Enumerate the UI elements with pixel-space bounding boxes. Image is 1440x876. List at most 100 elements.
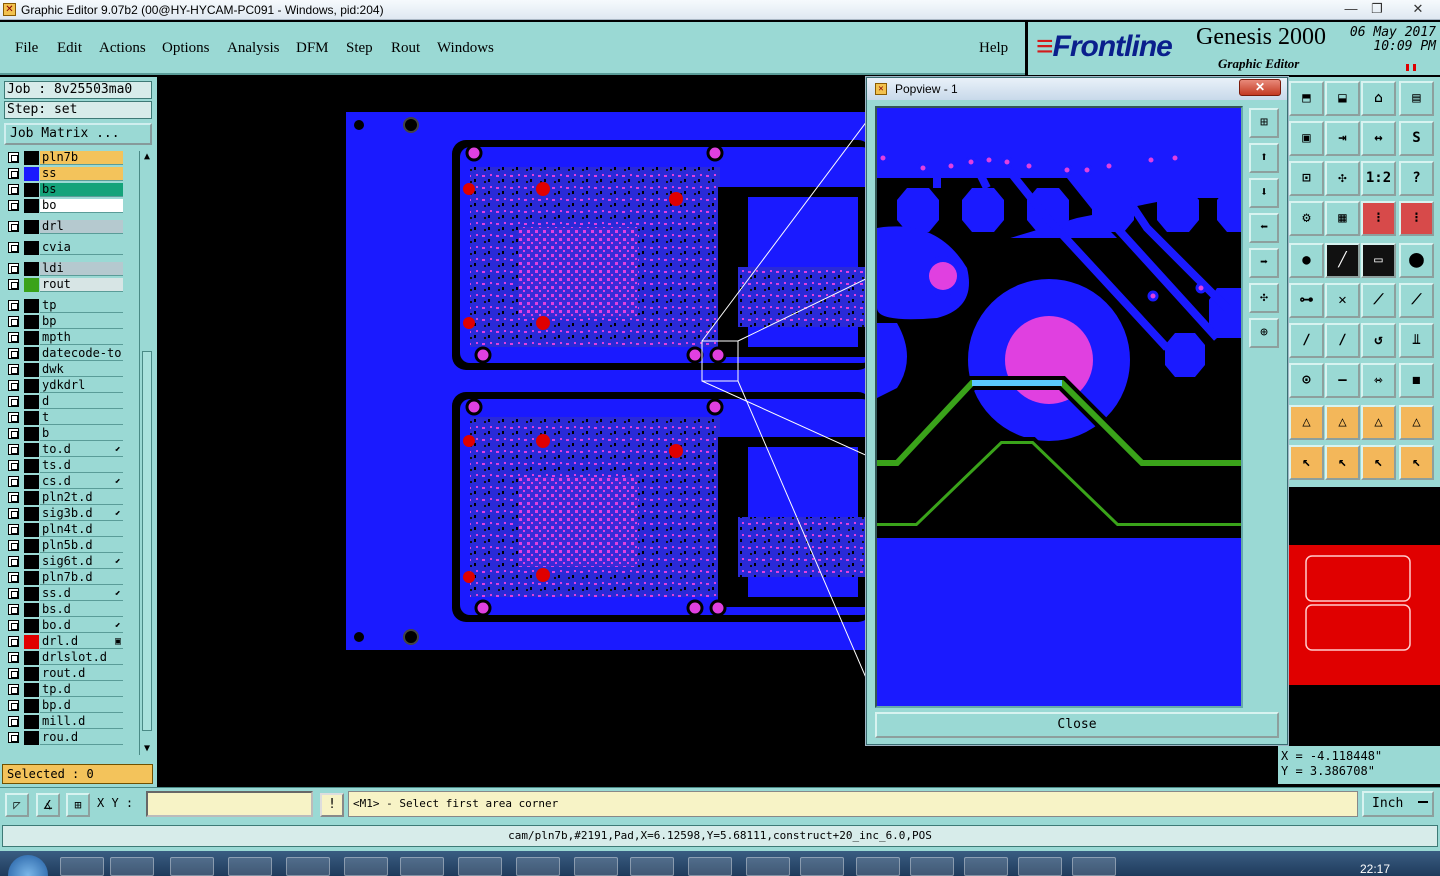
layer-checkbox[interactable]	[8, 684, 19, 695]
taskbar-app-16[interactable]	[910, 857, 954, 876]
layer-row[interactable]: cs.d ⬋	[4, 475, 124, 489]
tool-slash-icon[interactable]: ∕	[1289, 323, 1324, 358]
layer-name[interactable]: tp	[40, 299, 123, 313]
layer-name[interactable]: ss.d ⬋	[40, 587, 123, 601]
layer-checkbox[interactable]	[8, 316, 19, 327]
tool-compare-icon[interactable]: ↔	[1361, 121, 1396, 156]
layer-color-swatch[interactable]	[24, 523, 39, 537]
menu-analysis[interactable]: Analysis	[227, 40, 280, 57]
layer-color-swatch[interactable]	[24, 715, 39, 729]
layer-name[interactable]: bp	[40, 315, 123, 329]
menu-actions[interactable]: Actions	[99, 40, 146, 57]
exclaim-button[interactable]: !	[320, 793, 344, 817]
menu-windows[interactable]: Windows	[437, 40, 494, 57]
tool-home-icon[interactable]: ⌂	[1361, 81, 1396, 116]
layer-name[interactable]: ldi	[40, 262, 123, 276]
scroll-thumb[interactable]	[142, 351, 152, 731]
taskbar-app-12[interactable]	[688, 857, 732, 876]
scroll-up-icon[interactable]: ▲	[141, 151, 153, 163]
taskbar-app-8[interactable]	[458, 857, 502, 876]
layer-checkbox[interactable]	[8, 716, 19, 727]
layer-color-swatch[interactable]	[24, 443, 39, 457]
tool-arc-icon[interactable]: ↺	[1361, 323, 1396, 358]
taskbar-app-14[interactable]	[800, 857, 844, 876]
layer-name[interactable]: d	[40, 395, 123, 409]
layer-checkbox[interactable]	[8, 221, 19, 232]
layer-name[interactable]: drl	[40, 220, 123, 234]
taskbar-app-19[interactable]	[1072, 857, 1116, 876]
tool-grid-icon[interactable]: ▦	[1325, 201, 1360, 236]
layer-name[interactable]: bs	[40, 183, 123, 197]
layer-color-swatch[interactable]	[24, 411, 39, 425]
layer-row[interactable]: tp	[4, 299, 124, 313]
layer-row[interactable]: drl	[4, 220, 124, 234]
layer-checkbox[interactable]	[8, 380, 19, 391]
layer-name[interactable]: b	[40, 427, 123, 441]
maximize-button[interactable]: ❐	[1364, 0, 1390, 18]
layer-checkbox[interactable]	[8, 168, 19, 179]
tool-tri3-icon[interactable]: △	[1361, 405, 1396, 440]
layer-checkbox[interactable]	[8, 364, 19, 375]
popview-up-icon[interactable]: ⬆	[1249, 143, 1279, 173]
menu-dfm[interactable]: DFM	[296, 40, 329, 57]
tool-pointer2-icon[interactable]: ↖	[1325, 445, 1360, 480]
tool-box-icon[interactable]: ▣	[1289, 121, 1324, 156]
popview-left-icon[interactable]: ⬅	[1249, 213, 1279, 243]
layer-color-swatch[interactable]	[24, 619, 39, 633]
layer-row[interactable]: drlslot.d	[4, 651, 124, 665]
start-icon[interactable]	[8, 855, 48, 876]
layer-color-swatch[interactable]	[24, 315, 39, 329]
layer-checkbox[interactable]	[8, 263, 19, 274]
pause-icon[interactable]	[1406, 64, 1416, 71]
layer-row[interactable]: ts.d	[4, 459, 124, 473]
layer-color-swatch[interactable]	[24, 151, 39, 165]
layer-name[interactable]: mpth	[40, 331, 123, 345]
tool-fork-icon[interactable]: ⫫	[1399, 323, 1434, 358]
overview-map[interactable]	[1288, 545, 1440, 685]
taskbar-app-4[interactable]	[228, 857, 272, 876]
tool-s-icon[interactable]: S	[1399, 121, 1434, 156]
layer-row[interactable]: t	[4, 411, 124, 425]
tool-layers2-icon[interactable]: ⁝	[1399, 201, 1434, 236]
tool-pointer1-icon[interactable]: ↖	[1289, 445, 1324, 480]
layer-color-swatch[interactable]	[24, 167, 39, 181]
menu-rout[interactable]: Rout	[391, 40, 420, 57]
layer-row[interactable]: bs.d	[4, 603, 124, 617]
tool-shapes-icon[interactable]: ◼	[1399, 363, 1434, 398]
taskbar-app-17[interactable]	[964, 857, 1008, 876]
layer-color-swatch[interactable]	[24, 459, 39, 473]
minimize-button[interactable]: —	[1338, 0, 1364, 18]
layer-row[interactable]: rou.d	[4, 731, 124, 745]
layer-name[interactable]: bs.d	[40, 603, 123, 617]
layer-checkbox[interactable]	[8, 200, 19, 211]
layer-name[interactable]: pln4t.d	[40, 523, 123, 537]
layer-color-swatch[interactable]	[24, 395, 39, 409]
taskbar-app-15[interactable]	[856, 857, 900, 876]
scroll-down-icon[interactable]: ▼	[141, 743, 153, 755]
layer-scrollbar[interactable]: ▲ ▼	[139, 151, 153, 755]
tool-scale-icon[interactable]: 1:2	[1361, 161, 1396, 196]
layer-row[interactable]: pln7b.d	[4, 571, 124, 585]
layer-row[interactable]: rout	[4, 278, 124, 292]
tool-draw-icon[interactable]: ∕	[1325, 323, 1360, 358]
tool-open-icon[interactable]: ⬓	[1325, 81, 1360, 116]
layer-name[interactable]: sig6t.d ⬋	[40, 555, 123, 569]
layer-checkbox[interactable]	[8, 242, 19, 253]
layer-checkbox[interactable]	[8, 428, 19, 439]
tool-dash-icon[interactable]: —	[1325, 363, 1360, 398]
layer-checkbox[interactable]	[8, 476, 19, 487]
layer-checkbox[interactable]	[8, 556, 19, 567]
layer-color-swatch[interactable]	[24, 220, 39, 234]
layer-name[interactable]: bo	[40, 199, 123, 213]
layer-name[interactable]: mill.d	[40, 715, 123, 729]
layer-color-swatch[interactable]	[24, 491, 39, 505]
layer-row[interactable]: bp.d	[4, 699, 124, 713]
layer-checkbox[interactable]	[8, 460, 19, 471]
layer-color-swatch[interactable]	[24, 539, 39, 553]
tool-move-icon[interactable]: ⇿	[1361, 363, 1396, 398]
layer-color-swatch[interactable]	[24, 241, 39, 255]
tool-fit-icon[interactable]: ✣	[1325, 161, 1360, 196]
layer-color-swatch[interactable]	[24, 731, 39, 745]
layer-color-swatch[interactable]	[24, 571, 39, 585]
layer-name[interactable]: to.d ⬋	[40, 443, 123, 457]
